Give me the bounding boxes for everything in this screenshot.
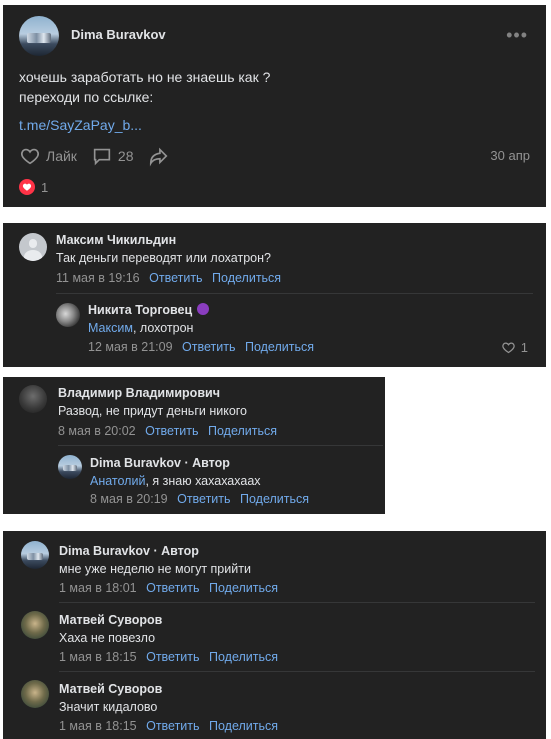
post-actions: Лайк 28 bbox=[19, 145, 184, 167]
comment-date[interactable]: 1 мая в 18:15 bbox=[59, 650, 137, 664]
like-count: 1 bbox=[520, 340, 528, 355]
comment-text: Развод, не придут деньги никого bbox=[58, 404, 248, 418]
comment-author[interactable]: Максим Чикильдин bbox=[56, 233, 176, 247]
reply-date[interactable]: 8 мая в 20:19 bbox=[90, 492, 168, 506]
comment-author[interactable]: Матвей Суворов bbox=[59, 613, 162, 627]
reply-text: Анатолий, я знаю хахахахаах bbox=[90, 474, 261, 488]
share-button[interactable]: Поделиться bbox=[245, 340, 314, 354]
author-avatar[interactable] bbox=[19, 16, 59, 56]
comment-meta: 8 мая в 20:02 Ответить Поделиться bbox=[58, 424, 277, 438]
mention-link[interactable]: Анатолий bbox=[90, 474, 145, 488]
more-dots-icon[interactable]: ••• bbox=[506, 25, 528, 46]
comment-thread: Максим Чикильдин Так деньги переводят ил… bbox=[3, 223, 546, 367]
avatar[interactable] bbox=[19, 385, 47, 413]
reply-button[interactable]: Ответить bbox=[177, 492, 230, 506]
reply-date[interactable]: 12 мая в 21:09 bbox=[88, 340, 173, 354]
avatar[interactable] bbox=[21, 680, 49, 708]
post-text-line2: переходи по ссылке: bbox=[19, 89, 154, 105]
comment-text: Так деньги переводят или лохатрон? bbox=[56, 251, 271, 265]
post-date: 30 апр bbox=[490, 148, 530, 163]
share-button[interactable]: Поделиться bbox=[209, 581, 278, 595]
share-button[interactable]: Поделиться bbox=[209, 719, 278, 733]
divider bbox=[59, 671, 535, 672]
reply-button[interactable]: Ответить bbox=[146, 581, 199, 595]
post-author-name[interactable]: Dima Buravkov bbox=[71, 27, 166, 42]
divider bbox=[58, 445, 383, 446]
share-button[interactable]: Поделиться bbox=[240, 492, 309, 506]
comment-thread: Dima Buravkov · Автор мне уже неделю не … bbox=[3, 531, 546, 739]
reply-button[interactable]: Ответить bbox=[146, 650, 199, 664]
like-button[interactable]: 1 bbox=[501, 340, 528, 355]
reply-author[interactable]: Никита Торговец bbox=[88, 303, 210, 317]
share-button[interactable] bbox=[148, 145, 170, 167]
avatar[interactable] bbox=[19, 233, 47, 261]
like-label: Лайк bbox=[46, 148, 77, 164]
comment-thread: Владимир Владимирович Развод, не придут … bbox=[3, 377, 385, 514]
comment-meta: 1 мая в 18:15 Ответить Поделиться bbox=[59, 719, 278, 733]
reactions-count: 1 bbox=[41, 179, 49, 195]
reply-button[interactable]: Ответить bbox=[182, 340, 235, 354]
reply-author[interactable]: Dima Buravkov · Автор bbox=[90, 456, 230, 470]
avatar[interactable] bbox=[21, 611, 49, 639]
like-button[interactable]: Лайк bbox=[19, 145, 77, 167]
post-text-line1: хочешь заработать но не знаешь как ? bbox=[19, 69, 271, 85]
share-button[interactable]: Поделиться bbox=[208, 424, 277, 438]
comments-button[interactable]: 28 bbox=[91, 145, 134, 167]
avatar[interactable] bbox=[56, 303, 80, 327]
share-button[interactable]: Поделиться bbox=[212, 271, 281, 285]
reply-meta: 8 мая в 20:19 Ответить Поделиться bbox=[90, 492, 309, 506]
avatar[interactable] bbox=[21, 541, 49, 569]
comment-date[interactable]: 1 мая в 18:15 bbox=[59, 719, 137, 733]
share-icon bbox=[149, 147, 168, 167]
comment-icon bbox=[93, 148, 111, 166]
comments-count: 28 bbox=[117, 148, 134, 164]
reply-button[interactable]: Ответить bbox=[149, 271, 202, 285]
comment-date[interactable]: 11 мая в 19:16 bbox=[56, 271, 140, 285]
comment-text: мне уже неделю не могут прийти bbox=[59, 562, 251, 576]
reply-button[interactable]: Ответить bbox=[146, 719, 199, 733]
comment-text: Значит кидалово bbox=[59, 700, 158, 714]
mention-link[interactable]: Максим bbox=[88, 321, 133, 335]
post-link[interactable]: t.me/SayZaPay_b... bbox=[19, 117, 142, 133]
post-card: Dima Buravkov ••• хочешь заработать но н… bbox=[3, 5, 546, 207]
divider bbox=[59, 602, 535, 603]
comment-text: Хаха не повезло bbox=[59, 631, 156, 645]
heart-outline-icon bbox=[502, 342, 515, 354]
comment-author[interactable]: Dima Buravkov · Автор bbox=[59, 544, 199, 558]
comment-date[interactable]: 1 мая в 18:01 bbox=[59, 581, 137, 595]
heart-reaction-icon bbox=[19, 179, 35, 195]
comment-author[interactable]: Матвей Суворов bbox=[59, 682, 162, 696]
comment-meta: 11 мая в 19:16 Ответить Поделиться bbox=[56, 271, 281, 285]
reply-meta: 12 мая в 21:09 Ответить Поделиться bbox=[88, 340, 314, 354]
avatar[interactable] bbox=[58, 455, 82, 479]
comment-author[interactable]: Владимир Владимирович bbox=[58, 386, 220, 400]
comment-date[interactable]: 8 мая в 20:02 bbox=[58, 424, 136, 438]
comment-meta: 1 мая в 18:15 Ответить Поделиться bbox=[59, 650, 278, 664]
reactions[interactable]: 1 bbox=[19, 179, 48, 195]
comment-meta: 1 мая в 18:01 Ответить Поделиться bbox=[59, 581, 278, 595]
devil-emoji-icon bbox=[197, 303, 210, 315]
reply-text: Максим, лохотрон bbox=[88, 321, 194, 335]
reply-button[interactable]: Ответить bbox=[145, 424, 198, 438]
divider bbox=[56, 293, 533, 294]
heart-outline-icon bbox=[21, 148, 39, 165]
share-button[interactable]: Поделиться bbox=[209, 650, 278, 664]
